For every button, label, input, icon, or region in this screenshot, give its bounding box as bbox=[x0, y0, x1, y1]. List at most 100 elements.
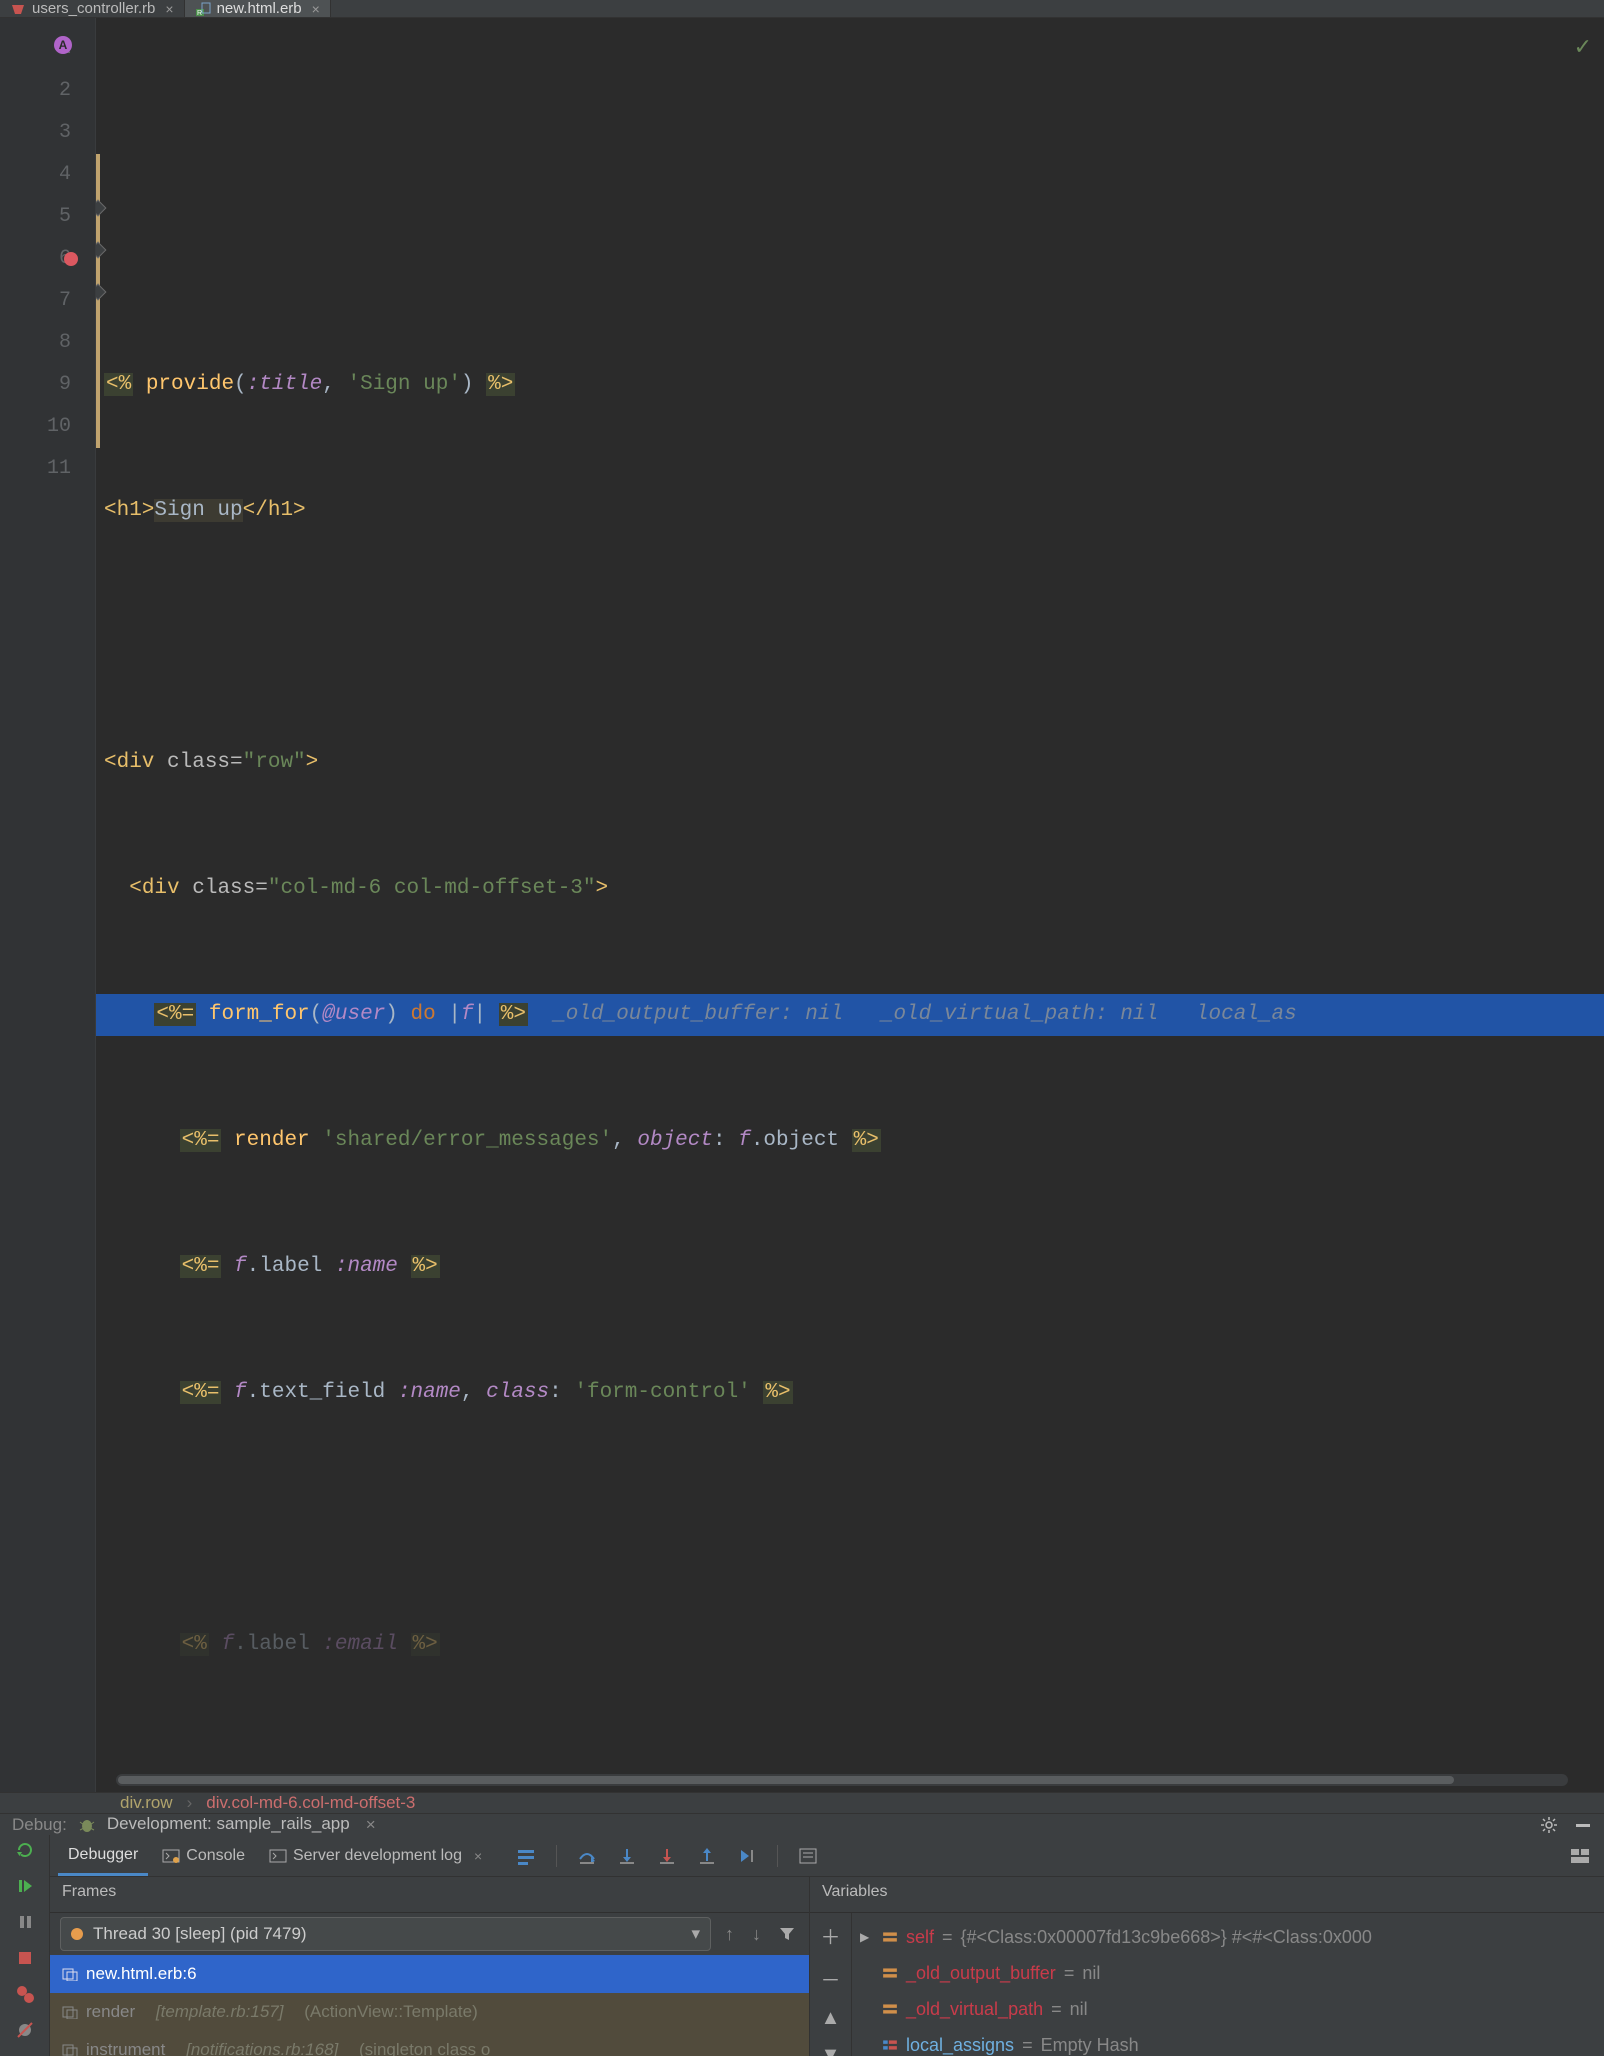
tab-debugger[interactable]: Debugger bbox=[58, 1837, 148, 1876]
run-to-cursor-icon[interactable] bbox=[737, 1847, 757, 1865]
ruby-file-icon bbox=[10, 2, 26, 16]
gear-icon[interactable] bbox=[1540, 1816, 1558, 1834]
editor[interactable]: 1A 2 3 4 5 6 7 8 9 10 11 ✓ <% provide(:t… bbox=[0, 18, 1604, 1792]
debug-toolwindow-header: Debug: Development: sample_rails_app × bbox=[0, 1813, 1604, 1835]
gutter[interactable]: 1A 2 3 4 5 6 7 8 9 10 11 bbox=[0, 18, 96, 1792]
variables-pane: Variables ＋ － ▲ ▼ » ▶ self bbox=[810, 1877, 1604, 2056]
close-icon[interactable]: × bbox=[312, 1, 320, 17]
layout-settings-icon[interactable] bbox=[1570, 1848, 1590, 1864]
frame-text: new.html.erb:6 bbox=[86, 1964, 197, 1984]
chevron-right-icon: › bbox=[187, 1793, 193, 1813]
prev-frame-icon[interactable]: ↑ bbox=[721, 1924, 738, 1945]
fold-handle-icon[interactable] bbox=[96, 200, 106, 217]
frames-title: Frames bbox=[62, 1883, 116, 1900]
fold-handle-icon[interactable] bbox=[96, 242, 106, 259]
erb-file-icon: R bbox=[195, 2, 211, 16]
thread-status-icon bbox=[71, 1928, 83, 1940]
text: Sign up bbox=[154, 499, 242, 522]
tab-users-controller[interactable]: users_controller.rb × bbox=[0, 0, 185, 17]
resume-icon[interactable] bbox=[14, 1875, 36, 1897]
tab-label: users_controller.rb bbox=[32, 0, 155, 17]
hash-icon bbox=[882, 2037, 898, 2053]
line-number: 8 bbox=[59, 331, 71, 354]
variables-list[interactable]: ▶ self = {#<Class:0x00007fd13c9be668>} #… bbox=[852, 1913, 1604, 2056]
string-literal: 'form-control' bbox=[574, 1381, 750, 1404]
thread-selector[interactable]: Thread 30 [sleep] (pid 7479) ▾ bbox=[60, 1917, 711, 1951]
stackframe-icon bbox=[62, 1967, 78, 1981]
annotate-icon[interactable]: A bbox=[54, 36, 72, 54]
line-number: 10 bbox=[47, 415, 71, 438]
console-icon bbox=[269, 1849, 287, 1863]
string-literal: 'Sign up' bbox=[348, 373, 461, 396]
breadcrumb-item[interactable]: div.col-md-6.col-md-offset-3 bbox=[206, 1793, 415, 1813]
pause-icon[interactable] bbox=[14, 1911, 36, 1933]
attr-value: "col-md-6 col-md-offset-3" bbox=[268, 877, 596, 900]
field-icon bbox=[882, 1965, 898, 1981]
thread-label: Thread 30 [sleep] (pid 7479) bbox=[93, 1924, 307, 1944]
variables-title: Variables bbox=[822, 1883, 888, 1900]
string-literal: 'shared/error_messages' bbox=[322, 1129, 612, 1152]
close-icon[interactable]: × bbox=[474, 1848, 482, 1864]
line-number: 11 bbox=[47, 457, 71, 480]
step-out-icon[interactable] bbox=[697, 1847, 717, 1865]
breakpoint-icon[interactable] bbox=[64, 252, 78, 266]
inspection-ok-icon[interactable]: ✓ bbox=[1574, 28, 1592, 70]
filter-icon[interactable] bbox=[775, 1926, 799, 1942]
next-frame-icon[interactable]: ↓ bbox=[748, 1924, 765, 1945]
frame-list[interactable]: new.html.erb:6 render [template.rb:157] … bbox=[50, 1955, 809, 2056]
line-number: 3 bbox=[59, 121, 71, 144]
minimize-icon[interactable] bbox=[1574, 1816, 1592, 1834]
frames-pane: Frames Thread 30 [sleep] (pid 7479) ▾ ↑ … bbox=[50, 1877, 810, 2056]
stop-icon[interactable] bbox=[14, 1947, 36, 1969]
frame-row[interactable]: render [template.rb:157] (ActionView::Te… bbox=[50, 1993, 809, 2031]
variable-row[interactable]: _old_virtual_path = nil bbox=[860, 1991, 1596, 2027]
remove-watch-icon[interactable]: － bbox=[821, 1964, 841, 1993]
tab-label: new.html.erb bbox=[217, 0, 302, 17]
rerun-icon[interactable] bbox=[14, 1839, 36, 1861]
console-icon bbox=[162, 1849, 180, 1863]
view-breakpoints-icon[interactable] bbox=[14, 1983, 36, 2005]
move-up-icon[interactable]: ▲ bbox=[821, 2007, 841, 2030]
tab-new-html-erb[interactable]: R new.html.erb × bbox=[185, 0, 331, 17]
field-icon bbox=[882, 2001, 898, 2017]
close-icon[interactable]: × bbox=[366, 1815, 376, 1835]
step-over-icon[interactable] bbox=[577, 1847, 597, 1865]
close-icon[interactable]: × bbox=[165, 1, 173, 17]
line-number: 9 bbox=[59, 373, 71, 396]
stackframe-icon bbox=[62, 2005, 78, 2019]
variable-row[interactable]: _old_output_buffer = nil bbox=[860, 1955, 1596, 1991]
debug-label: Debug: bbox=[12, 1815, 67, 1835]
svg-text:R: R bbox=[197, 10, 202, 16]
frame-row[interactable]: instrument [notifications.rb:168] (singl… bbox=[50, 2031, 809, 2056]
variable-row[interactable]: ▶ self = {#<Class:0x00007fd13c9be668>} #… bbox=[860, 1919, 1596, 1955]
variable-row[interactable]: local_assigns = Empty Hash bbox=[860, 2027, 1596, 2056]
file-tabs: users_controller.rb × R new.html.erb × bbox=[0, 0, 1604, 18]
move-down-icon[interactable]: ▼ bbox=[821, 2044, 841, 2056]
mute-breakpoints-icon[interactable] bbox=[14, 2019, 36, 2041]
debug-side-toolbar: » bbox=[0, 1835, 50, 2056]
more-icon[interactable]: » bbox=[14, 2055, 36, 2056]
debug-toolwindow: » Debugger Console Server development lo… bbox=[0, 1835, 1604, 2056]
show-execution-point-icon[interactable] bbox=[516, 1847, 536, 1865]
variables-toolbar: ＋ － ▲ ▼ » bbox=[810, 1913, 852, 2056]
line-number: 7 bbox=[59, 289, 71, 312]
attr-value: "row" bbox=[243, 751, 306, 774]
debug-tabs: Debugger Console Server development log … bbox=[50, 1835, 1604, 1877]
tab-console[interactable]: Console bbox=[152, 1838, 255, 1874]
evaluate-expression-icon[interactable] bbox=[798, 1847, 818, 1865]
frame-row[interactable]: new.html.erb:6 bbox=[50, 1955, 809, 1993]
breadcrumb-item[interactable]: div.row bbox=[120, 1793, 173, 1813]
step-into-icon[interactable] bbox=[617, 1847, 637, 1865]
fold-handle-icon[interactable] bbox=[96, 284, 106, 301]
add-watch-icon[interactable]: ＋ bbox=[821, 1921, 841, 1950]
vcs-change-stripe bbox=[96, 154, 100, 448]
bug-icon bbox=[77, 1816, 97, 1834]
force-step-into-icon[interactable] bbox=[657, 1847, 677, 1865]
stackframe-icon bbox=[62, 2043, 78, 2056]
code-area[interactable]: ✓ <% provide(:title, 'Sign up') %> <h1>S… bbox=[96, 18, 1604, 1792]
expand-icon[interactable]: ▶ bbox=[860, 1930, 874, 1944]
line-number: 4 bbox=[59, 163, 71, 186]
chevron-down-icon: ▾ bbox=[691, 1924, 700, 1944]
line-number: 5 bbox=[59, 205, 71, 228]
tab-server-log[interactable]: Server development log × bbox=[259, 1838, 492, 1874]
